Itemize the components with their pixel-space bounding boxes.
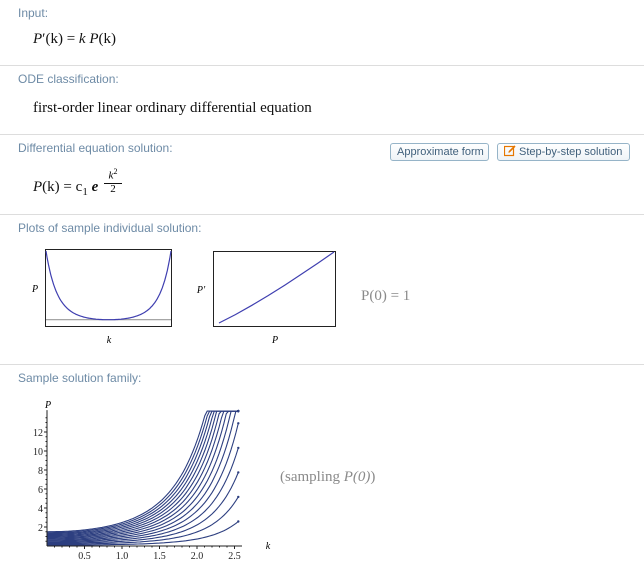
family-x-tick-label: 2.0 [191,551,204,562]
input-pod: Input: P′(k) = k P(k) [0,0,644,66]
plot2-x-label: P [271,335,278,346]
classification-pod: ODE classification: first-order linear o… [0,66,644,135]
plot1-x-label: k [107,335,112,346]
family-curve-endpoint [237,409,240,413]
plot1-y-label: P [31,284,38,295]
classification-pod-title: ODE classification: [18,72,119,86]
input-pod-title: Input: [18,6,49,20]
family-curve [46,410,239,537]
family-curve-endpoint [237,422,240,425]
plot1-frame [45,249,172,327]
family-chart: 0.5 1.0 1.5 2.0 2.5 2 4 6 8 10 12 P k [33,400,271,562]
family-y-tick-label: 10 [33,447,43,458]
initial-condition: P(0) = 1 [361,288,411,304]
family-x-label: k [266,541,271,552]
solution-exponent: k2 2 [104,166,122,195]
step-by-step-button[interactable]: Step-by-step solution [497,143,630,161]
family-curve [47,447,239,543]
family-curve [46,410,239,533]
family-x-tick-label: 1.0 [116,551,129,562]
family-curve [46,423,239,542]
plots-canvas: P k P′ P [31,249,336,346]
plot2-frame [213,251,336,327]
family-curve-endpoint [237,446,240,450]
family-curve [47,410,239,539]
approximate-form-label: Approximate form [397,146,484,158]
family-y-label: P [44,400,51,411]
family-y-tick-label: 6 [38,485,43,496]
family-y-tick-label: 12 [33,428,43,439]
family-y-tick-label: 4 [38,504,43,515]
family-x-tick-label: 2.5 [228,551,241,562]
family-curve-endpoint [237,520,240,523]
plots-pod: Plots of sample individual solution: P k… [0,215,644,365]
plot2-y-label: P′ [196,285,206,296]
input-equation: P′(k) = k P(k) [33,31,117,47]
solution-pod-title: Differential equation solution: [18,141,173,155]
family-pod: Sample solution family: 0.5 1.0 1.5 2.0 2.5 2… [0,365,644,573]
family-x-tick-label: 0.5 [78,551,91,562]
family-y-tick-label: 2 [38,523,43,534]
classification-text: first-order linear ordinary differential… [33,100,312,116]
solution-equation: P(k) = c1 e [33,179,99,198]
family-x-tick-label: 1.5 [153,551,166,562]
family-curves [46,409,240,546]
family-curve-endpoint [237,471,240,474]
approximate-form-button[interactable]: Approximate form [390,143,489,161]
family-y-tick-label: 8 [38,466,43,477]
step-by-step-label: Step-by-step solution [519,146,623,158]
edit-icon [503,145,516,162]
sampling-note: (sampling P(0)) [280,469,376,485]
solution-pod: Differential equation solution: Approxim… [0,135,644,215]
family-curve-endpoint [237,495,240,499]
family-curve [46,410,239,535]
